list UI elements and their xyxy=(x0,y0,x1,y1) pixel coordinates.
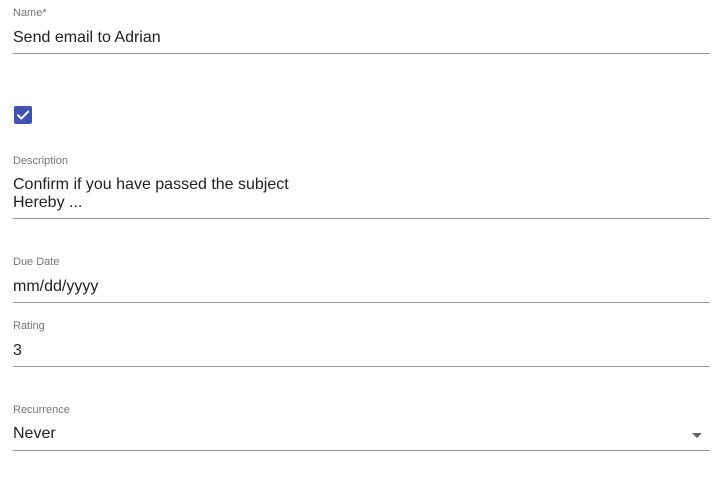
description-textarea[interactable]: Confirm if you have passed the subject H… xyxy=(13,176,289,212)
due-date-underline xyxy=(13,302,710,303)
rating-underline xyxy=(13,366,710,367)
recurrence-label: Recurrence xyxy=(13,404,70,416)
recurrence-underline xyxy=(13,450,710,451)
check-icon xyxy=(17,110,30,120)
name-input[interactable]: Send email to Adrian xyxy=(13,29,161,47)
chevron-down-icon[interactable] xyxy=(692,433,702,438)
name-label: Name* xyxy=(13,7,47,19)
due-date-label: Due Date xyxy=(13,256,60,268)
due-date-input[interactable]: mm/dd/yyyy xyxy=(13,278,98,296)
recurrence-select[interactable]: Never xyxy=(13,425,56,443)
description-underline xyxy=(13,218,710,219)
rating-label: Rating xyxy=(13,320,45,332)
name-underline xyxy=(13,53,710,54)
description-line-1: Confirm if you have passed the subject xyxy=(13,176,289,193)
completed-checkbox[interactable] xyxy=(14,106,32,124)
description-line-2: Hereby ... xyxy=(13,194,83,211)
description-label: Description xyxy=(13,155,69,167)
rating-input[interactable]: 3 xyxy=(13,342,22,360)
